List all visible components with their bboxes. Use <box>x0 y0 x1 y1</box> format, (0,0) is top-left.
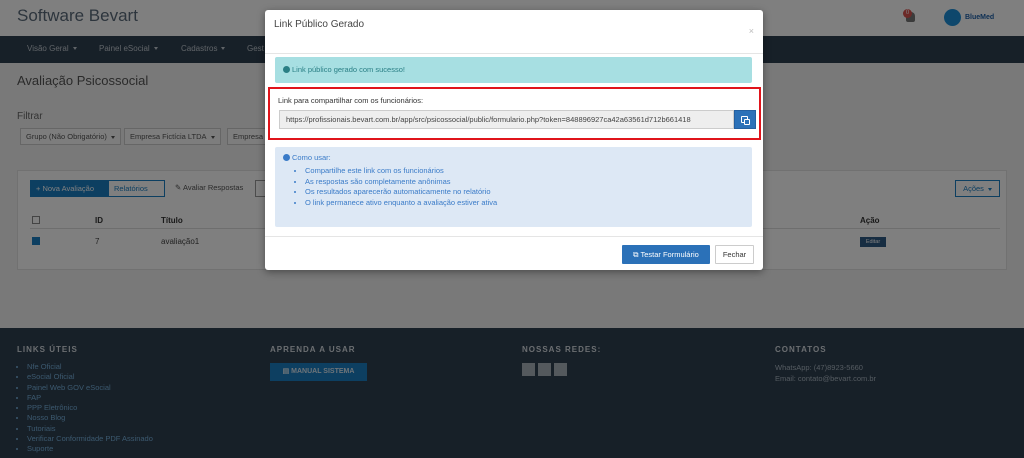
info-icon <box>283 154 290 161</box>
success-alert: Link público gerado com sucesso! <box>275 57 752 83</box>
close-button[interactable]: Fechar <box>715 245 754 264</box>
modal-title: Link Público Gerado <box>274 19 365 30</box>
share-link-label: Link para compartilhar com os funcionári… <box>278 96 424 105</box>
share-link-input[interactable]: https://profissionais.bevart.com.br/app/… <box>279 110 734 129</box>
howto-item: Os resultados aparecerão automaticamente… <box>305 187 497 198</box>
howto-info-box: Como usar: Compartilhe este link com os … <box>275 147 752 227</box>
howto-item: As respostas são completamente anônimas <box>305 177 497 188</box>
copy-link-button[interactable] <box>734 110 756 129</box>
modal-header-divider <box>265 53 763 54</box>
modal-footer-divider <box>265 236 763 237</box>
howto-title: Como usar: <box>283 153 331 162</box>
test-form-button[interactable]: ⧉ Testar Formulário <box>622 245 710 264</box>
close-icon[interactable]: × <box>749 26 754 36</box>
check-circle-icon <box>283 66 290 73</box>
share-link-section: Link para compartilhar com os funcionári… <box>268 87 761 140</box>
howto-item: Compartilhe este link com os funcionário… <box>305 166 497 177</box>
public-link-modal: Link Público Gerado × Link público gerad… <box>265 10 763 270</box>
howto-item: O link permanece ativo enquanto a avalia… <box>305 198 497 209</box>
